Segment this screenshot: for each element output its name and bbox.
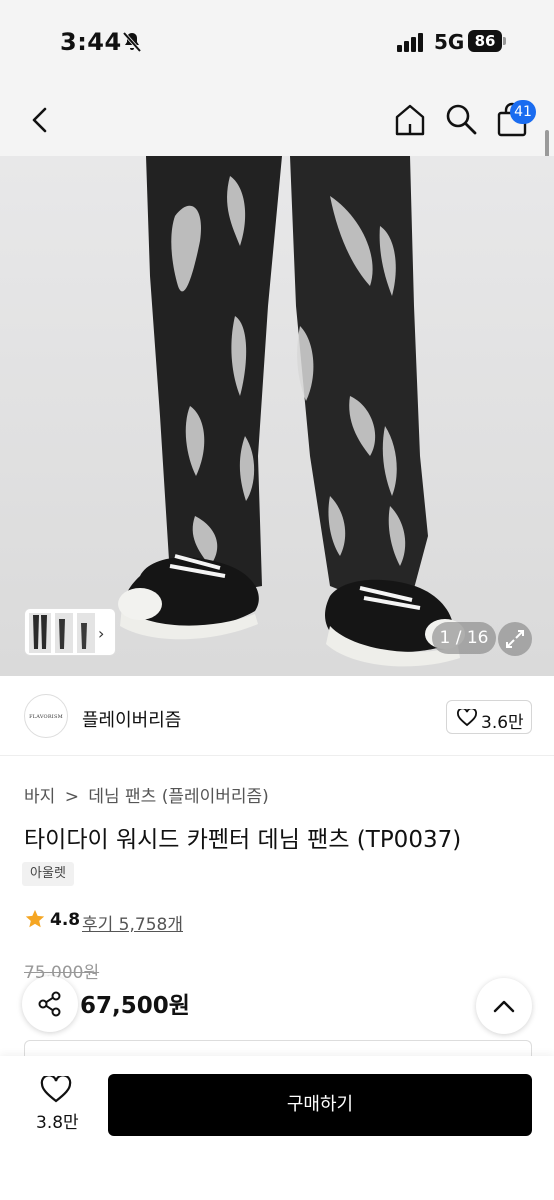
wish-count: 3.8만 xyxy=(36,1113,79,1133)
rating-value: 4.8 xyxy=(50,910,81,930)
brand-row: FLAVORISM 플레이버리즘 3.6만 xyxy=(0,680,554,756)
share-icon xyxy=(38,991,61,1017)
image-page-indicator: 1 / 16 xyxy=(432,622,496,654)
network-type: 5G xyxy=(434,30,465,54)
breadcrumb-subcategory[interactable]: 데님 팬츠 (플레이버리즘) xyxy=(88,787,268,807)
breadcrumb: 바지 > 데님 팬츠 (플레이버리즘) xyxy=(24,782,273,807)
status-time: 3:44 xyxy=(60,28,122,56)
product-image[interactable] xyxy=(0,156,554,676)
signal-icon xyxy=(397,33,423,52)
home-icon[interactable] xyxy=(392,102,428,138)
brand-name[interactable]: 플레이버리즘 xyxy=(82,706,181,732)
chevron-right-icon[interactable]: › xyxy=(98,624,104,643)
chevron-up-icon xyxy=(493,1000,515,1013)
chevron-left-icon[interactable] xyxy=(26,104,54,136)
expand-icon[interactable] xyxy=(498,622,532,656)
bottom-action-bar: 3.8만 구매하기 xyxy=(0,1056,554,1200)
star-icon xyxy=(25,909,45,928)
brand-like-button[interactable]: 3.6만 xyxy=(446,700,532,734)
brand-like-count: 3.6만 xyxy=(481,713,524,733)
review-link[interactable]: 후기 5,758개 xyxy=(82,910,183,935)
breadcrumb-category[interactable]: 바지 xyxy=(24,787,55,807)
battery-icon: 86 xyxy=(468,30,508,52)
breadcrumb-separator: > xyxy=(64,787,79,807)
outlet-tag: 아울렛 xyxy=(22,862,74,886)
battery-tip xyxy=(503,37,506,45)
product-title: 타이다이 워시드 카펜터 데님 팬츠 (TP0037) xyxy=(24,827,462,853)
cart-count-badge: 41 xyxy=(510,100,536,124)
heart-outline-icon[interactable] xyxy=(40,1076,72,1104)
product-photo-jeans xyxy=(0,156,554,676)
top-nav-bar xyxy=(0,84,554,156)
share-button[interactable] xyxy=(22,976,78,1032)
scroll-top-button[interactable] xyxy=(476,978,532,1034)
heart-outline-icon xyxy=(457,709,477,727)
sale-price: 67,500원 xyxy=(80,993,190,1019)
battery-level: 86 xyxy=(468,30,502,52)
status-bar: 3:44 5G 86 xyxy=(0,0,554,84)
brand-logo[interactable]: FLAVORISM xyxy=(24,694,68,738)
buy-button[interactable]: 구매하기 xyxy=(108,1074,532,1136)
search-icon[interactable] xyxy=(444,102,478,136)
bell-slash-icon xyxy=(122,31,142,53)
